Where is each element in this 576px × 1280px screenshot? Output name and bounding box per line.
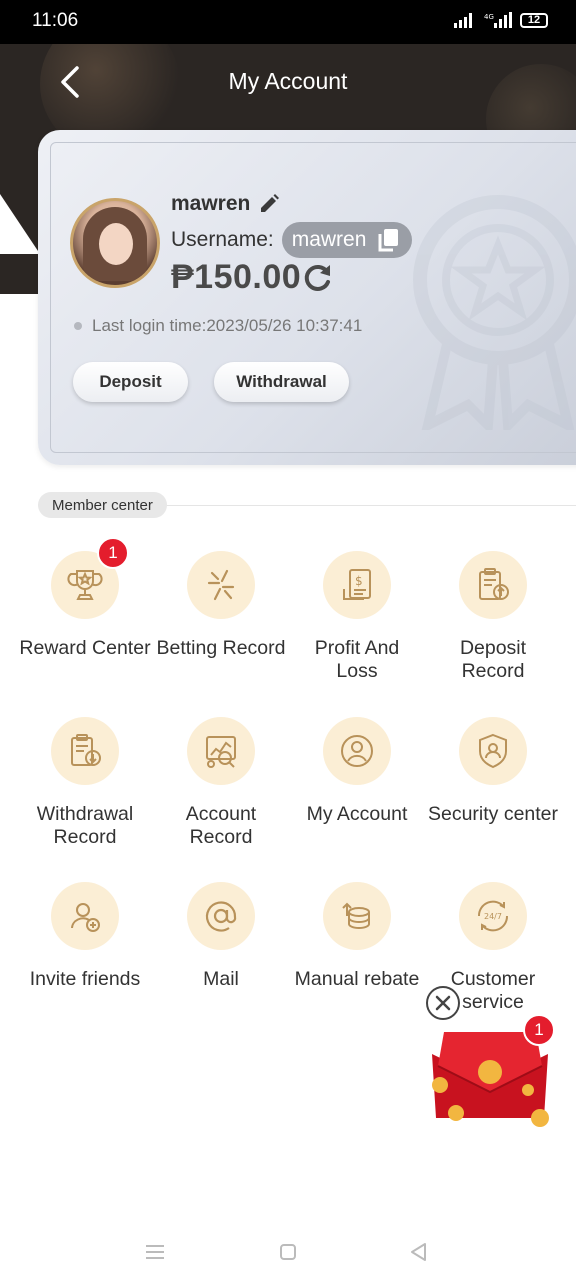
nickname-row: mawren (171, 192, 280, 216)
balance-row: ₱150.00 (171, 258, 333, 297)
nav-back-button[interactable] (404, 1238, 432, 1266)
menu-item-label: Deposit Record (459, 637, 527, 682)
menu-item-invite-friends[interactable]: Invite friends (13, 882, 157, 991)
avatar[interactable] (70, 198, 160, 288)
nav-menu-button[interactable] (141, 1238, 169, 1266)
nav-home-button[interactable] (274, 1238, 302, 1266)
user-circle-icon (323, 717, 391, 785)
member-center-header: Member center (38, 492, 576, 518)
red-packet-close-button[interactable] (426, 986, 460, 1020)
at-sign-icon (187, 882, 255, 950)
copy-icon[interactable] (378, 228, 400, 252)
status-icons: 4G 12 (454, 12, 548, 28)
clipboard-upload-icon (459, 551, 527, 619)
menu-item-label: Manual rebate (294, 968, 420, 990)
status-bar: 11:06 4G 12 (0, 0, 576, 44)
menu-lines-icon (146, 1245, 164, 1259)
notification-badge: 1 (97, 537, 129, 569)
system-nav-bar (0, 1222, 576, 1280)
menu-item-account-record[interactable]: Account Record (149, 717, 293, 849)
profile-card: mawren Username: mawren ₱150.00 Last log… (38, 130, 576, 465)
receipt-dollar-icon: $ (323, 551, 391, 619)
menu-item-reward-center[interactable]: 1 Reward Center (13, 537, 157, 660)
battery-icon: 12 (520, 12, 548, 28)
page-title: My Account (228, 68, 348, 94)
signal-4g-icon: 4G (484, 12, 512, 28)
menu-item-label: Security center (427, 803, 559, 825)
menu-item-withdrawal-record[interactable]: Withdrawal Record (13, 717, 157, 849)
trophy-icon: 1 (51, 537, 129, 619)
menu-item-label: Reward Center (19, 637, 151, 659)
menu-item-label: Customer service (450, 968, 536, 1013)
divider (138, 505, 576, 506)
member-center-title: Member center (38, 492, 167, 518)
menu-item-label: Invite friends (29, 968, 141, 990)
username-label: Username: (171, 228, 274, 251)
shield-user-icon (459, 717, 527, 785)
menu-item-label: My Account (306, 803, 408, 825)
menu-item-deposit-record[interactable]: Deposit Record (421, 551, 565, 683)
username-row: Username: mawren (171, 222, 413, 258)
close-icon (435, 995, 451, 1011)
square-icon (280, 1244, 296, 1260)
last-login-row: Last login time:2023/05/26 10:37:41 (74, 316, 362, 336)
menu-item-my-account[interactable]: My Account (285, 717, 429, 826)
menu-item-label: Account Record (185, 803, 257, 848)
username-value: mawren (291, 228, 367, 251)
menu-item-label: Profit And Loss (314, 637, 400, 682)
bullet-dot (74, 322, 82, 330)
menu-item-label: Mail (203, 968, 239, 990)
menu-item-manual-rebate[interactable]: Manual rebate (285, 882, 429, 991)
menu-item-label: Withdrawal Record (36, 803, 134, 848)
svg-text:24/7: 24/7 (484, 912, 502, 921)
support-247-icon: 24/7 (459, 882, 527, 950)
clipboard-download-icon (51, 717, 119, 785)
header-decoration (0, 194, 40, 254)
sparkle-icon (187, 551, 255, 619)
balance-amount: ₱150.00 (171, 258, 302, 296)
medal-watermark-icon (413, 195, 576, 430)
signal-icon (454, 13, 472, 28)
nickname: mawren (171, 192, 251, 215)
menu-item-mail[interactable]: Mail (149, 882, 293, 991)
svg-text:4G: 4G (484, 13, 494, 21)
svg-text:$: $ (355, 574, 363, 588)
edit-pencil-icon[interactable] (258, 193, 280, 215)
withdrawal-button[interactable]: Withdrawal (214, 362, 349, 402)
deposit-button[interactable]: Deposit (73, 362, 188, 402)
status-time: 11:06 (32, 10, 79, 31)
triangle-back-icon (411, 1243, 426, 1261)
last-login-text: Last login time:2023/05/26 10:37:41 (92, 316, 363, 335)
menu-item-betting-record[interactable]: Betting Record (149, 551, 293, 660)
menu-item-profit-and-loss[interactable]: $ Profit And Loss (285, 551, 429, 683)
menu-item-security-center[interactable]: Security center (421, 717, 565, 826)
refresh-icon[interactable] (303, 263, 333, 293)
menu-item-label: Betting Record (156, 637, 286, 659)
coins-icon (323, 882, 391, 950)
chart-search-icon (187, 717, 255, 785)
red-packet-badge: 1 (523, 1014, 555, 1046)
username-pill[interactable]: mawren (281, 222, 413, 258)
user-add-icon (51, 882, 119, 950)
